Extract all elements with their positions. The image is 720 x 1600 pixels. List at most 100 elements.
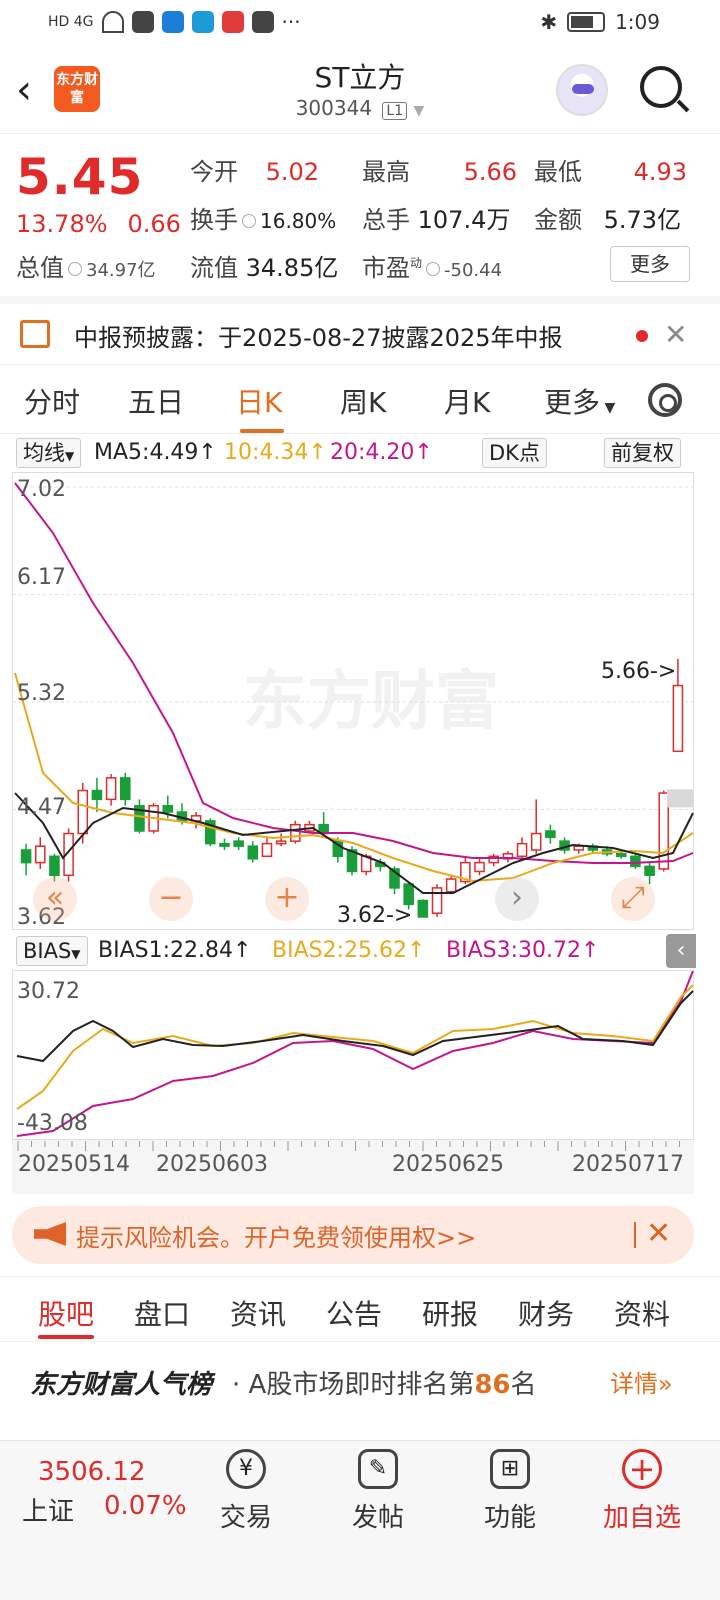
zoom-out-button[interactable]: − bbox=[149, 877, 193, 921]
collapse-panel-button[interactable]: ‹ bbox=[666, 934, 696, 968]
last-price: 5.45 bbox=[16, 148, 144, 206]
tab-weekly-k[interactable]: 周K bbox=[340, 381, 386, 421]
date-axis: 20250514 20250603 20250625 20250717 bbox=[12, 1140, 694, 1194]
amount-value: 5.73亿 bbox=[603, 206, 682, 234]
change-amount: 0.66 bbox=[127, 210, 181, 238]
promo-text: 提示风险机会。开户免费领使用权>> bbox=[76, 1224, 477, 1252]
grid-icon: ⊞ bbox=[490, 1449, 530, 1489]
bottom-bar: 3506.12 上证 0.07% ¥ 交易 ✎ 发帖 ⊞ 功能 + 加自选 bbox=[0, 1440, 720, 1600]
chevron-down-icon: ▼ bbox=[71, 947, 81, 961]
scroll-left-button[interactable]: « bbox=[33, 877, 77, 921]
indicator-selector[interactable]: 均线▼ bbox=[16, 438, 82, 468]
tab-monthly-k[interactable]: 月K bbox=[444, 381, 490, 421]
rank-text: · A股市场即时排名第86名 bbox=[232, 1370, 537, 1400]
stock-name: ST立方 bbox=[314, 61, 406, 94]
high-marker: 5.66-> bbox=[601, 659, 677, 684]
candle-body bbox=[219, 842, 230, 847]
period-tabs: 分时 五日 日K 周K 月K 更多 ▼ bbox=[0, 364, 720, 434]
nav-trade[interactable]: ¥ 交易 bbox=[196, 1449, 296, 1534]
bias-selector[interactable]: BIAS▼ bbox=[16, 936, 88, 966]
active-tab-indicator bbox=[240, 429, 284, 433]
date-label-2: 20250603 bbox=[156, 1152, 268, 1177]
candle-body bbox=[545, 830, 556, 839]
edit-icon: ✎ bbox=[358, 1449, 398, 1489]
candle-body bbox=[516, 842, 528, 858]
tab-five-day[interactable]: 五日 bbox=[128, 381, 184, 421]
price-adjust-button[interactable]: 前复权 bbox=[604, 438, 681, 468]
kline-chart[interactable]: 东方财富 7.02 6.17 5.32 4.47 3.62 5.66-> 3.6… bbox=[12, 472, 695, 930]
tab-daily-k[interactable]: 日K bbox=[236, 381, 282, 421]
tab-announcements[interactable]: 公告 bbox=[326, 1293, 382, 1333]
tab-profile[interactable]: 资料 bbox=[614, 1293, 670, 1333]
stock-code[interactable]: 300344 L1 ▼ bbox=[0, 96, 720, 120]
close-icon[interactable]: ✕ bbox=[646, 1216, 671, 1251]
index-value: 3506.12 bbox=[38, 1457, 146, 1487]
candle-body bbox=[530, 832, 542, 851]
stock-code-text: 300344 bbox=[295, 96, 373, 120]
quote-panel: 5.45 13.78% 0.66 今开 5.02 最高 5.66 最低 4.93 … bbox=[0, 134, 720, 296]
search-icon[interactable] bbox=[640, 66, 682, 108]
chevron-down-icon: ▼ bbox=[413, 103, 425, 119]
divider bbox=[634, 1222, 636, 1248]
tab-intraday[interactable]: 分时 bbox=[24, 381, 80, 421]
index-name: 上证 bbox=[22, 1497, 75, 1527]
tab-research[interactable]: 研报 bbox=[422, 1293, 478, 1333]
zoom-in-button[interactable]: + bbox=[265, 877, 309, 921]
bias1-value: BIAS1:22.84↑ bbox=[98, 938, 252, 963]
close-icon[interactable]: ✕ bbox=[664, 318, 687, 351]
ma10-value: 10:4.34↑ bbox=[224, 440, 327, 465]
more-button[interactable]: 更多 bbox=[610, 246, 690, 282]
header: ‹ 东方财富 ST立方 300344 L1 ▼ bbox=[0, 44, 720, 134]
watermark: 东方财富 bbox=[243, 665, 499, 739]
weather-notification-icon bbox=[191, 11, 214, 33]
price-change: 13.78% 0.66 bbox=[16, 210, 201, 238]
pe-label: 市盈 bbox=[362, 254, 410, 282]
app-notification-icon bbox=[131, 11, 154, 33]
kline-svg: 东方财富 bbox=[13, 482, 695, 918]
turnover-field[interactable]: 换手 16.80% bbox=[190, 200, 336, 235]
mktcap-field[interactable]: 总值 34.97亿 bbox=[16, 248, 156, 283]
low-field: 最低 4.93 bbox=[534, 152, 687, 187]
candle-body bbox=[34, 845, 46, 864]
dk-point-button[interactable]: DK点 bbox=[482, 438, 547, 468]
tab-order-book[interactable]: 盘口 bbox=[134, 1293, 190, 1333]
tab-finance[interactable]: 财务 bbox=[518, 1293, 574, 1333]
amount-label: 金额 bbox=[534, 206, 582, 234]
assistant-avatar[interactable] bbox=[556, 64, 608, 116]
open-label: 今开 bbox=[190, 158, 238, 186]
volume-field: 总手 107.4万 bbox=[362, 200, 510, 235]
candle-body bbox=[105, 777, 117, 801]
high-field: 最高 5.66 bbox=[362, 152, 517, 187]
popularity-rank[interactable]: 东方财富人气榜 · A股市场即时排名第86名 详情» bbox=[0, 1342, 720, 1438]
bias-chart[interactable]: 30.72 -43.08 bbox=[12, 970, 694, 1140]
float-field: 流值 34.85亿 bbox=[190, 248, 338, 283]
ma20-value: 20:4.20↑ bbox=[330, 440, 433, 465]
bias3-line bbox=[16, 970, 694, 1137]
low-marker: 3.62-> bbox=[337, 903, 413, 928]
wifi-icon bbox=[101, 11, 124, 33]
promo-banner[interactable]: 提示风险机会。开户免费领使用权>> ✕ bbox=[12, 1206, 694, 1264]
gear-icon[interactable] bbox=[648, 383, 682, 417]
nav-functions[interactable]: ⊞ 功能 bbox=[460, 1449, 560, 1534]
tab-more[interactable]: 更多 ▼ bbox=[544, 381, 615, 421]
bias-legend: BIAS▼ BIAS1:22.84↑ BIAS2:25.62↑ BIAS3:30… bbox=[0, 932, 720, 970]
notice-bar[interactable]: 中报预披露：于2025-08-27披露2025年中报 ✕ bbox=[0, 296, 720, 362]
nav-post[interactable]: ✎ 发帖 bbox=[328, 1449, 428, 1534]
megaphone-icon bbox=[34, 1222, 66, 1246]
tab-more-label: 更多 bbox=[544, 386, 601, 419]
fullscreen-icon[interactable]: ⤢ bbox=[611, 877, 655, 921]
candle-body bbox=[233, 840, 244, 847]
tab-guba[interactable]: 股吧 bbox=[38, 1293, 94, 1333]
nav-add-watchlist[interactable]: + 加自选 bbox=[592, 1449, 692, 1534]
scroll-right-button[interactable]: › bbox=[495, 877, 539, 921]
index-widget[interactable]: 3506.12 上证 0.07% bbox=[0, 1441, 187, 1541]
change-percent: 13.78% bbox=[16, 210, 108, 238]
pe-field[interactable]: 市盈动 -50.44 bbox=[362, 248, 502, 283]
candle-body bbox=[261, 842, 273, 858]
amount-field: 金额 5.73亿 bbox=[534, 200, 681, 235]
tab-news[interactable]: 资讯 bbox=[230, 1293, 286, 1333]
status-bar: HD 4G ··· ✱ 1:09 bbox=[0, 0, 720, 44]
high-label: 最高 bbox=[362, 158, 410, 186]
rank-detail-link[interactable]: 详情» bbox=[610, 1364, 673, 1399]
candle-body bbox=[644, 865, 655, 877]
